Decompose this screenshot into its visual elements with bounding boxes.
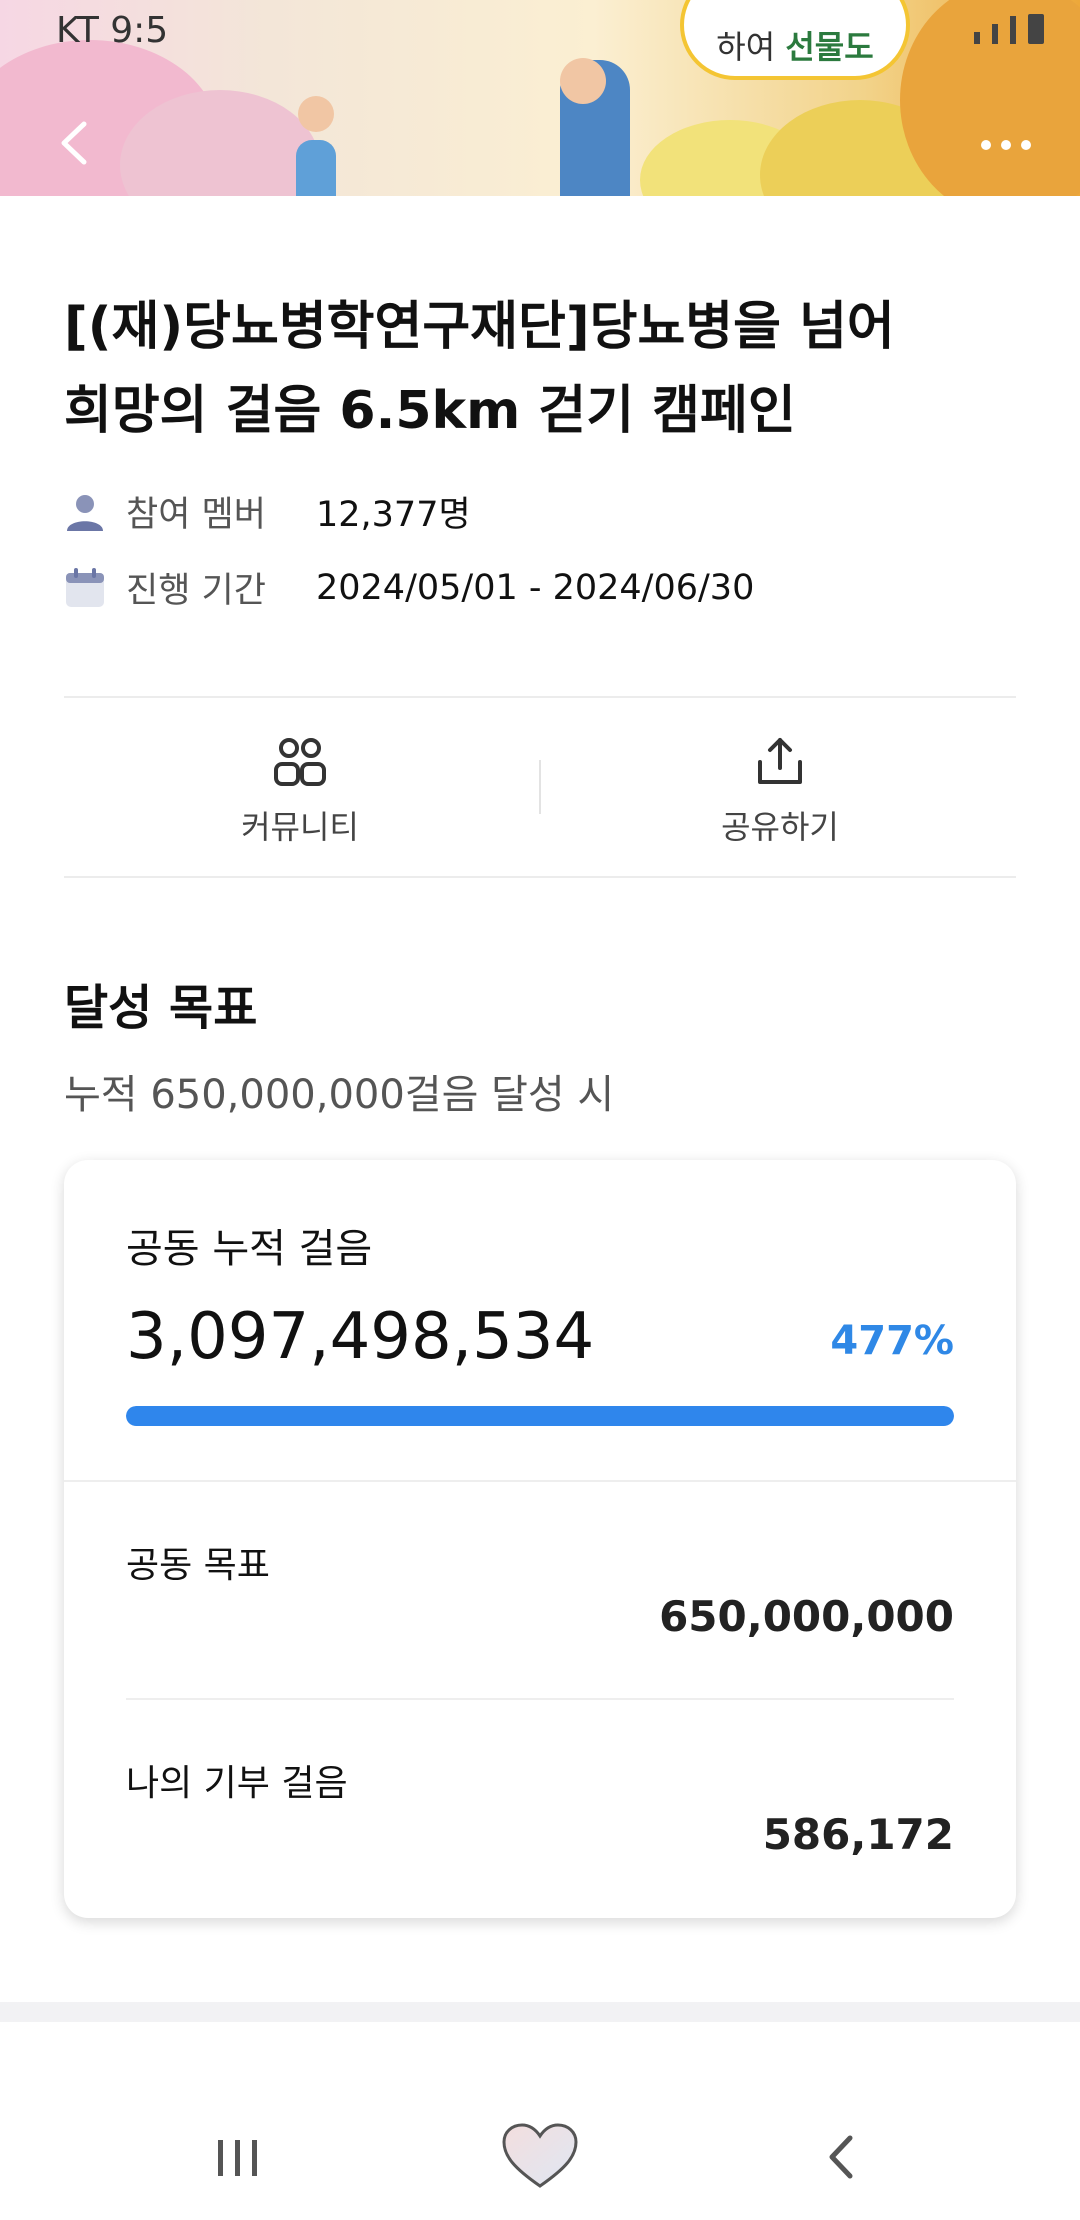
card-separator — [64, 1480, 1016, 1482]
members-label: 참여 멤버 — [126, 495, 266, 535]
signal-bar-2 — [992, 24, 998, 44]
progress-fill — [126, 1406, 954, 1426]
period-row: 진행 기간 2024/05/01 - 2024/06/30 — [64, 562, 754, 613]
my-steps-value: 586,172 — [762, 1810, 954, 1859]
target-value: 650,000,000 — [659, 1592, 954, 1641]
progress-bar — [126, 1406, 954, 1426]
community-label: 커뮤니티 — [241, 808, 359, 846]
action-separator — [539, 760, 541, 814]
campaign-title-line1: [(재)당뇨병학연구재단]당뇨병을 넘어 — [64, 297, 895, 357]
person-icon — [67, 494, 103, 531]
chevron-left-icon — [61, 121, 87, 165]
walker-head-2 — [298, 96, 334, 132]
members-value: 12,377명 — [316, 495, 471, 535]
battery-icon — [1028, 14, 1044, 44]
share-button[interactable]: 공유하기 — [630, 736, 930, 848]
community-icon — [274, 738, 326, 786]
signal-bar-1 — [974, 32, 980, 44]
section-band — [0, 2002, 1080, 2022]
recent-apps-icon — [218, 2140, 257, 2176]
more-options-button[interactable] — [976, 130, 1036, 160]
campaign-banner: 하여 선물도 KT 9:5 — [0, 0, 1080, 196]
more-dots-icon — [981, 140, 1031, 150]
status-bar: KT 9:5 — [0, 0, 1080, 64]
card-separator-inner — [126, 1698, 954, 1700]
share-icon — [758, 738, 802, 784]
divider-bottom — [64, 876, 1016, 878]
system-nav-bar — [0, 2092, 1080, 2220]
divider-top — [64, 696, 1016, 698]
back-button[interactable] — [52, 118, 102, 168]
home-button[interactable] — [500, 2122, 580, 2192]
walker-illustration-2 — [296, 140, 336, 196]
members-row: 참여 멤버 12,377명 — [64, 486, 471, 537]
target-label: 공동 목표 — [126, 1545, 270, 1586]
calendar-icon — [66, 567, 104, 607]
signal-bar-3 — [1010, 16, 1016, 44]
period-label: 진행 기간 — [126, 571, 266, 611]
status-time: KT 9:5 — [56, 10, 169, 51]
walker-head — [560, 58, 606, 104]
heart-home-icon — [502, 2123, 578, 2188]
community-button[interactable]: 커뮤니티 — [150, 736, 450, 848]
cumulative-label: 공동 누적 걸음 — [126, 1226, 373, 1272]
recent-apps-button[interactable] — [198, 2122, 278, 2192]
achievement-percent: 477% — [830, 1318, 954, 1364]
period-value: 2024/05/01 - 2024/06/30 — [316, 567, 755, 608]
status-icons — [974, 14, 1044, 44]
campaign-title-line2: 희망의 걸음 6.5km 걷기 캠페인 — [64, 381, 796, 441]
system-back-button[interactable] — [802, 2122, 882, 2192]
share-label: 공유하기 — [721, 808, 839, 846]
goal-subtitle: 누적 650,000,000걸음 달성 시 — [64, 1072, 615, 1118]
campaign-title: [(재)당뇨병학연구재단]당뇨병을 넘어 희망의 걸음 6.5km 걷기 캠페인 — [64, 285, 1024, 453]
back-chevron-icon — [829, 2135, 853, 2179]
my-steps-label: 나의 기부 걸음 — [126, 1763, 348, 1804]
goal-card: 공동 누적 걸음 3,097,498,534 477% 공동 목표 650,00… — [64, 1160, 1016, 1918]
cumulative-value: 3,097,498,534 — [126, 1300, 595, 1374]
goal-title: 달성 목표 — [64, 980, 258, 1036]
